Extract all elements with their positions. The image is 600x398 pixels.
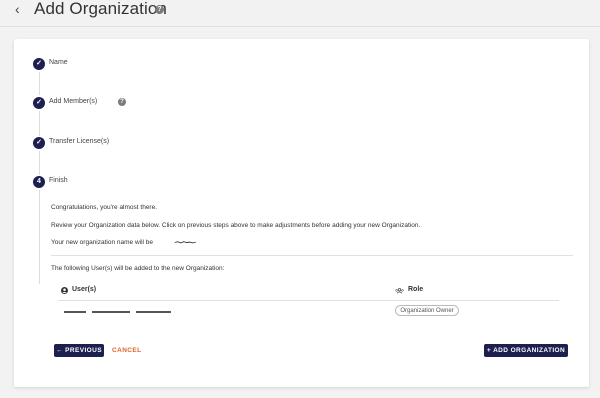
step-connector <box>39 151 40 175</box>
user-circle-icon <box>61 287 68 294</box>
step-connector <box>39 111 40 136</box>
previous-label: PREVIOUS <box>65 347 102 354</box>
back-chevron-icon[interactable]: ‹ <box>15 1 20 17</box>
step-label: Add Member(s) <box>49 98 98 105</box>
congrats-text: Congratulations, you're almost there. <box>51 204 158 211</box>
redacted-org-name <box>174 241 196 244</box>
step-label: Name <box>49 59 68 66</box>
question-circle-icon[interactable]: ? <box>118 98 126 106</box>
check-icon: ✓ <box>33 58 45 70</box>
column-header-users: User(s) <box>72 286 97 293</box>
step-number: 4 <box>33 176 45 188</box>
check-icon: ✓ <box>33 97 45 109</box>
cancel-button[interactable]: CANCEL <box>112 347 141 354</box>
redacted-user-email <box>136 311 171 313</box>
redacted-user-name <box>64 311 86 313</box>
review-text: Review your Organization data below. Cli… <box>51 222 421 229</box>
step-connector <box>39 190 40 284</box>
wizard-card: ✓ Name ✓ Add Member(s) ? ✓ Transfer Lice… <box>14 39 589 387</box>
help-icon[interactable]: ? <box>155 5 164 14</box>
plus-icon: + <box>486 347 492 354</box>
add-organization-label: ADD ORGANIZATION <box>493 347 566 354</box>
users-icon <box>395 288 404 294</box>
add-organization-button[interactable]: + ADD ORGANIZATION <box>484 344 568 357</box>
redacted-user-name <box>92 311 130 313</box>
step-label: Transfer License(s) <box>49 138 110 145</box>
page-header: ‹ Add Organization ? <box>0 0 600 27</box>
users-intro-text: The following User(s) will be added to t… <box>51 265 225 272</box>
check-icon: ✓ <box>33 137 45 149</box>
role-badge: Organization Owner <box>395 305 459 316</box>
section-divider <box>51 255 573 256</box>
page-title: Add Organization <box>34 0 167 18</box>
step-label: Finish <box>49 177 68 184</box>
arrow-left-icon: ← <box>56 347 63 354</box>
column-header-role: Role <box>408 286 424 293</box>
table-header-divider <box>58 300 559 301</box>
step-connector <box>39 72 40 95</box>
orgname-text: Your new organization name will be <box>51 239 154 246</box>
previous-button[interactable]: ← PREVIOUS <box>54 344 104 357</box>
